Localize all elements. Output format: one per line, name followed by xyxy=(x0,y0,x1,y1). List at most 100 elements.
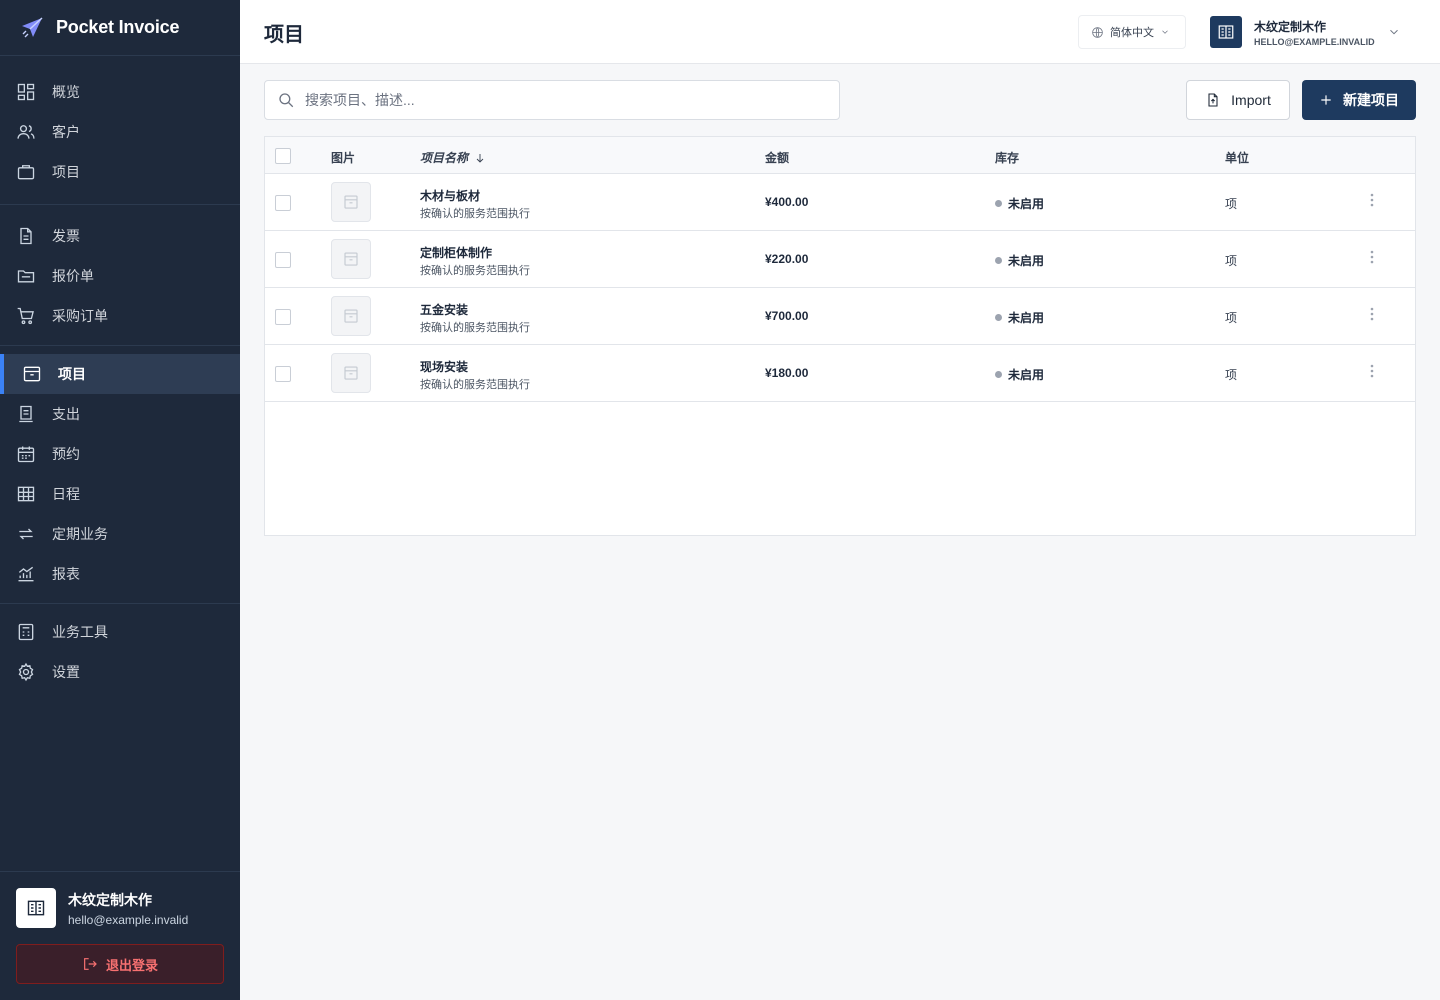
item-name[interactable]: 现场安装 xyxy=(420,358,468,375)
search-input[interactable] xyxy=(305,92,825,108)
globe-icon xyxy=(1092,26,1103,38)
building-icon xyxy=(1218,25,1234,39)
column-name-label: 项目名称 xyxy=(420,151,469,165)
status-dot xyxy=(995,200,1002,207)
table-row[interactable]: 五金安装 按确认的服务范围执行 ¥700.00 未启用 项 xyxy=(265,288,1415,345)
row-checkbox[interactable] xyxy=(275,252,291,268)
nav-item-appointments[interactable]: 预约 xyxy=(0,434,240,474)
item-description: 按确认的服务范围执行 xyxy=(420,208,530,220)
sidebar-footer: 木纹定制木作 hello@example.invalid 退出登录 xyxy=(0,871,240,1000)
row-checkbox[interactable] xyxy=(275,309,291,325)
nav-item-recurring[interactable]: 定期业务 xyxy=(0,514,240,554)
nav-label: 项目 xyxy=(58,366,86,382)
nav-item-invoices[interactable]: 发票 xyxy=(0,216,240,256)
item-stock-status: 未启用 xyxy=(995,252,1044,269)
calendar-icon xyxy=(17,446,35,463)
item-name[interactable]: 定制柜体制作 xyxy=(420,244,492,261)
nav-label: 日程 xyxy=(52,486,80,502)
item-description: 按确认的服务范围执行 xyxy=(420,322,530,334)
table-header: 图片 项目名称 金额 库存 单位 xyxy=(265,137,1415,174)
item-thumbnail xyxy=(331,353,371,393)
archive-icon xyxy=(344,366,358,380)
logout-icon xyxy=(84,958,97,970)
table-row[interactable]: 木材与板材 按确认的服务范围执行 ¥400.00 未启用 项 xyxy=(265,174,1415,231)
nav-item-items[interactable]: 项目 xyxy=(0,354,240,394)
column-name-sort[interactable]: 项目名称 xyxy=(420,149,486,166)
row-menu-button[interactable] xyxy=(1365,361,1379,381)
logout-button[interactable]: 退出登录 xyxy=(16,944,224,984)
nav-group-ops: 项目 支出 预约 日程 定期业务 报表 xyxy=(0,346,240,604)
briefcase-icon xyxy=(17,165,35,180)
row-checkbox[interactable] xyxy=(275,366,291,382)
select-all-checkbox[interactable] xyxy=(275,148,291,164)
nav-label: 采购订单 xyxy=(52,308,108,324)
logout-label: 退出登录 xyxy=(105,957,158,973)
nav-label: 项目 xyxy=(52,164,80,180)
item-name[interactable]: 木材与板材 xyxy=(420,187,480,204)
nav-group-sales: 发票 报价单 采购订单 xyxy=(0,205,240,346)
item-name[interactable]: 五金安装 xyxy=(420,301,468,318)
arrow-down-icon xyxy=(476,153,484,163)
archive-icon xyxy=(23,366,41,382)
file-import-icon xyxy=(1208,93,1218,107)
more-vertical-icon xyxy=(1370,307,1374,321)
brand[interactable]: Pocket Invoice xyxy=(0,0,240,56)
nav-item-reports[interactable]: 报表 xyxy=(0,554,240,594)
language-selector[interactable]: 简体中文 xyxy=(1078,15,1186,49)
nav-label: 预约 xyxy=(52,446,80,462)
status-dot xyxy=(995,257,1002,264)
column-unit: 单位 xyxy=(1225,151,1250,165)
nav-item-quotes[interactable]: 报价单 xyxy=(0,256,240,296)
row-menu-button[interactable] xyxy=(1365,304,1379,324)
nav-group-main: 概览 客户 项目 xyxy=(0,56,240,205)
nav-item-purchase-orders[interactable]: 采购订单 xyxy=(0,296,240,336)
nav-item-overview[interactable]: 概览 xyxy=(0,72,240,112)
import-label: Import xyxy=(1231,92,1271,108)
row-menu-button[interactable] xyxy=(1365,247,1379,267)
calculator-icon xyxy=(18,623,34,641)
table-row[interactable]: 现场安装 按确认的服务范围执行 ¥180.00 未启用 项 xyxy=(265,345,1415,402)
chevron-down-icon xyxy=(1162,30,1168,34)
sidebar: Pocket Invoice 概览 客户 项目 发票 报价单 采购订单 项目 支… xyxy=(0,0,240,1000)
paper-plane-icon xyxy=(22,16,43,37)
item-amount: ¥400.00 xyxy=(765,195,809,209)
new-item-label: 新建项目 xyxy=(1343,92,1399,108)
status-dot xyxy=(995,371,1002,378)
cart-icon xyxy=(17,307,34,325)
nav-item-projects[interactable]: 项目 xyxy=(0,152,240,192)
nav-item-schedule[interactable]: 日程 xyxy=(0,474,240,514)
user-email: hello@example.invalid xyxy=(68,912,189,927)
user-name: 木纹定制木作 xyxy=(68,891,152,908)
item-thumbnail xyxy=(331,239,371,279)
row-menu-button[interactable] xyxy=(1365,190,1379,210)
item-amount: ¥700.00 xyxy=(765,309,809,323)
item-description: 按确认的服务范围执行 xyxy=(420,265,530,277)
nav-item-customers[interactable]: 客户 xyxy=(0,112,240,152)
nav-group-tools: 业务工具 设置 xyxy=(0,604,240,704)
archive-icon xyxy=(344,195,358,209)
folder-icon xyxy=(17,270,35,283)
org-avatar xyxy=(1210,16,1242,48)
new-item-button[interactable]: 新建项目 xyxy=(1302,80,1416,120)
item-stock-status: 未启用 xyxy=(995,195,1044,212)
nav-label: 报表 xyxy=(52,566,80,582)
repeat-icon xyxy=(19,528,33,540)
item-stock-status: 未启用 xyxy=(995,366,1044,383)
sidebar-user[interactable]: 木纹定制木作 hello@example.invalid xyxy=(16,888,224,928)
chart-icon xyxy=(18,566,34,582)
row-checkbox[interactable] xyxy=(275,195,291,211)
chevron-down-icon xyxy=(1390,29,1398,35)
document-icon xyxy=(20,227,32,245)
column-stock: 库存 xyxy=(995,151,1020,165)
nav-item-expenses[interactable]: 支出 xyxy=(0,394,240,434)
search-icon xyxy=(279,93,294,108)
gear-icon xyxy=(18,662,34,682)
org-switcher[interactable]: 木纹定制木作 HELLO@EXAMPLE.INVALID xyxy=(1210,16,1410,48)
import-button[interactable]: Import xyxy=(1186,80,1290,120)
nav-label: 设置 xyxy=(52,664,80,680)
nav-item-settings[interactable]: 设置 xyxy=(0,652,240,692)
more-vertical-icon xyxy=(1370,250,1374,264)
table-row[interactable]: 定制柜体制作 按确认的服务范围执行 ¥220.00 未启用 项 xyxy=(265,231,1415,288)
top-header: 项目 简体中文 木纹定制木作 HELLO@EXAMPLE.INVALID xyxy=(240,0,1440,64)
nav-item-business-tools[interactable]: 业务工具 xyxy=(0,612,240,652)
